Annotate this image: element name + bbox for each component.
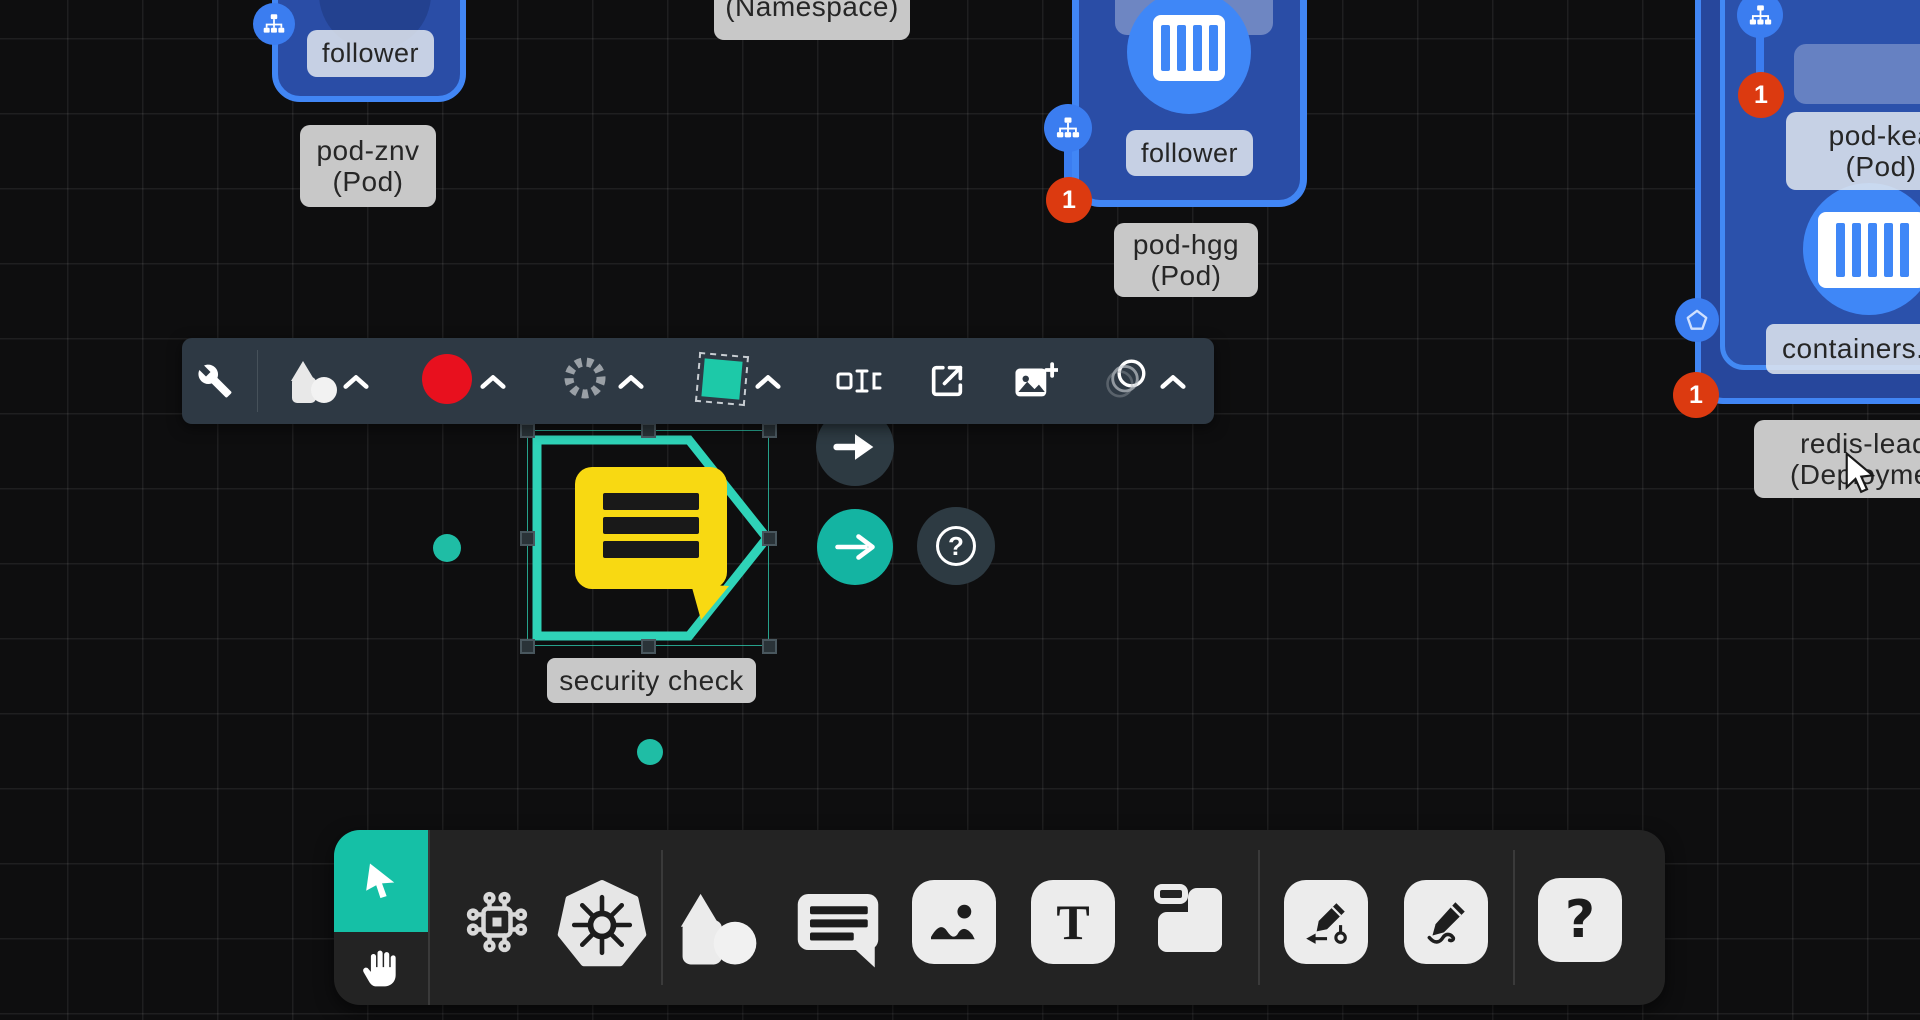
image-icon [928,899,980,945]
security-check-shape[interactable] [531,434,771,642]
pod-app-label-text: follower [1141,138,1238,168]
comment-glyph-icon [575,467,729,620]
text-tool-glyph: T [1056,893,1089,951]
label-pod-kea[interactable]: pod-kea (Pod) [1786,112,1920,190]
resize-handle-ne[interactable] [762,423,777,438]
container-icon [1818,212,1920,288]
resize-handle-s[interactable] [641,639,656,654]
deployment-badge-icon[interactable] [1675,298,1719,342]
tool-connector-pen[interactable] [1284,880,1368,964]
network-badge-icon[interactable] [1044,104,1092,152]
pod-header-band [1794,44,1920,104]
pentagon-icon [1684,307,1710,333]
sitemap-icon [1054,114,1082,142]
pod-name: pod-kea [1829,120,1920,151]
tool-shapes[interactable] [676,890,758,970]
sitemap-icon [1747,2,1774,29]
pod-app-label-text: follower [322,38,419,68]
tool-comment[interactable] [796,888,880,970]
teal-fill-swatch[interactable] [701,358,742,399]
toolbar-divider [428,830,430,1005]
toolbar-divider [1258,850,1260,985]
question-mark-icon: ? [936,526,976,566]
alert-count: 1 [1689,381,1703,410]
security-check-text: security check [559,665,743,696]
mouse-pointer [1843,452,1875,498]
tool-help[interactable]: ? [1538,878,1622,962]
container-icon [1153,15,1225,81]
add-image-icon[interactable] [1014,361,1058,401]
arrow-right-icon [834,534,876,560]
resize-handle-se[interactable] [762,639,777,654]
toolbar-divider [257,350,258,412]
pod-kind: (Pod) [333,166,404,197]
opacity-circles-icon[interactable] [1103,359,1147,401]
network-badge-icon[interactable] [253,3,295,45]
namespace-text: (Namespace) [725,0,899,23]
cursor-icon [358,858,403,903]
pod-kind: (Pod) [1846,151,1917,182]
tool-network-node[interactable] [461,886,533,958]
connection-point-left[interactable] [433,534,461,562]
connection-point-bottom[interactable] [637,739,663,765]
bottom-toolbar: T ? [334,830,1665,1005]
tool-kubernetes[interactable] [556,878,648,972]
context-toolbar [182,338,1214,424]
resize-handle-sw[interactable] [520,639,535,654]
alert-count: 1 [1754,81,1768,110]
chevron-up-icon[interactable] [479,374,507,390]
resize-handle-nw[interactable] [520,423,535,438]
red-color-swatch[interactable] [422,354,472,404]
label-pod-hgg[interactable]: pod-hgg (Pod) [1114,223,1258,297]
connector-pen-icon [1301,897,1351,947]
chevron-up-icon[interactable] [1159,374,1187,390]
help-glyph: ? [1565,890,1595,950]
pod-app-label: follower [1126,130,1253,176]
wrench-icon[interactable] [197,363,233,399]
resize-handle-w[interactable] [520,531,535,546]
pod-app-label: follower [307,30,434,77]
resize-handle-n[interactable] [641,423,656,438]
freehand-pen-icon [1421,897,1471,947]
label-namespace[interactable]: (Namespace) [714,0,910,40]
tool-select[interactable] [334,830,428,932]
label-pod-znv[interactable]: pod-znv (Pod) [300,125,436,207]
chevron-up-icon[interactable] [342,374,370,390]
tool-image[interactable] [912,880,996,964]
label-containers[interactable]: containers.o [1766,324,1920,374]
arrow-right-icon [833,432,877,462]
toolbar-divider [661,850,663,985]
open-in-new-icon[interactable] [927,361,967,401]
connect-arrow-button[interactable] [817,509,893,585]
sitemap-icon [261,11,287,37]
chevron-up-icon[interactable] [754,374,782,390]
shapes-picker-icon[interactable] [288,360,338,404]
label-security-check[interactable]: security check [547,658,756,703]
alert-count: 1 [1062,186,1076,215]
tool-freehand-pen[interactable] [1404,880,1488,964]
chevron-up-icon[interactable] [617,374,645,390]
alert-badge[interactable]: 1 [1046,177,1092,223]
text-width-icon[interactable] [835,365,883,397]
tool-pan-hand[interactable] [334,932,428,1005]
tool-text[interactable]: T [1031,880,1115,964]
tool-sticky-note[interactable] [1150,880,1234,964]
containers-text: containers.o [1782,333,1920,364]
note-tab [1154,884,1188,904]
node-pod-znv[interactable]: follower [272,0,466,102]
pod-name: pod-hgg [1133,229,1239,260]
label-redis-leader[interactable]: redis-leader (Deployment) [1754,420,1920,498]
hand-icon [359,947,403,991]
alert-badge[interactable]: 1 [1673,372,1719,418]
dashed-ring-swatch[interactable] [561,354,609,402]
toolbar-divider [1513,850,1515,985]
help-bubble-button[interactable]: ? [917,507,995,585]
diagram-canvas[interactable]: follower pod-znv (Pod) (Namespace) follo… [0,0,1920,1020]
pod-kind: (Pod) [1151,260,1222,291]
node-pod-hgg[interactable]: follower [1072,0,1307,207]
pod-name: pod-znv [316,135,419,166]
resize-handle-e[interactable] [762,531,777,546]
note-body [1158,912,1222,952]
alert-badge[interactable]: 1 [1738,72,1784,118]
